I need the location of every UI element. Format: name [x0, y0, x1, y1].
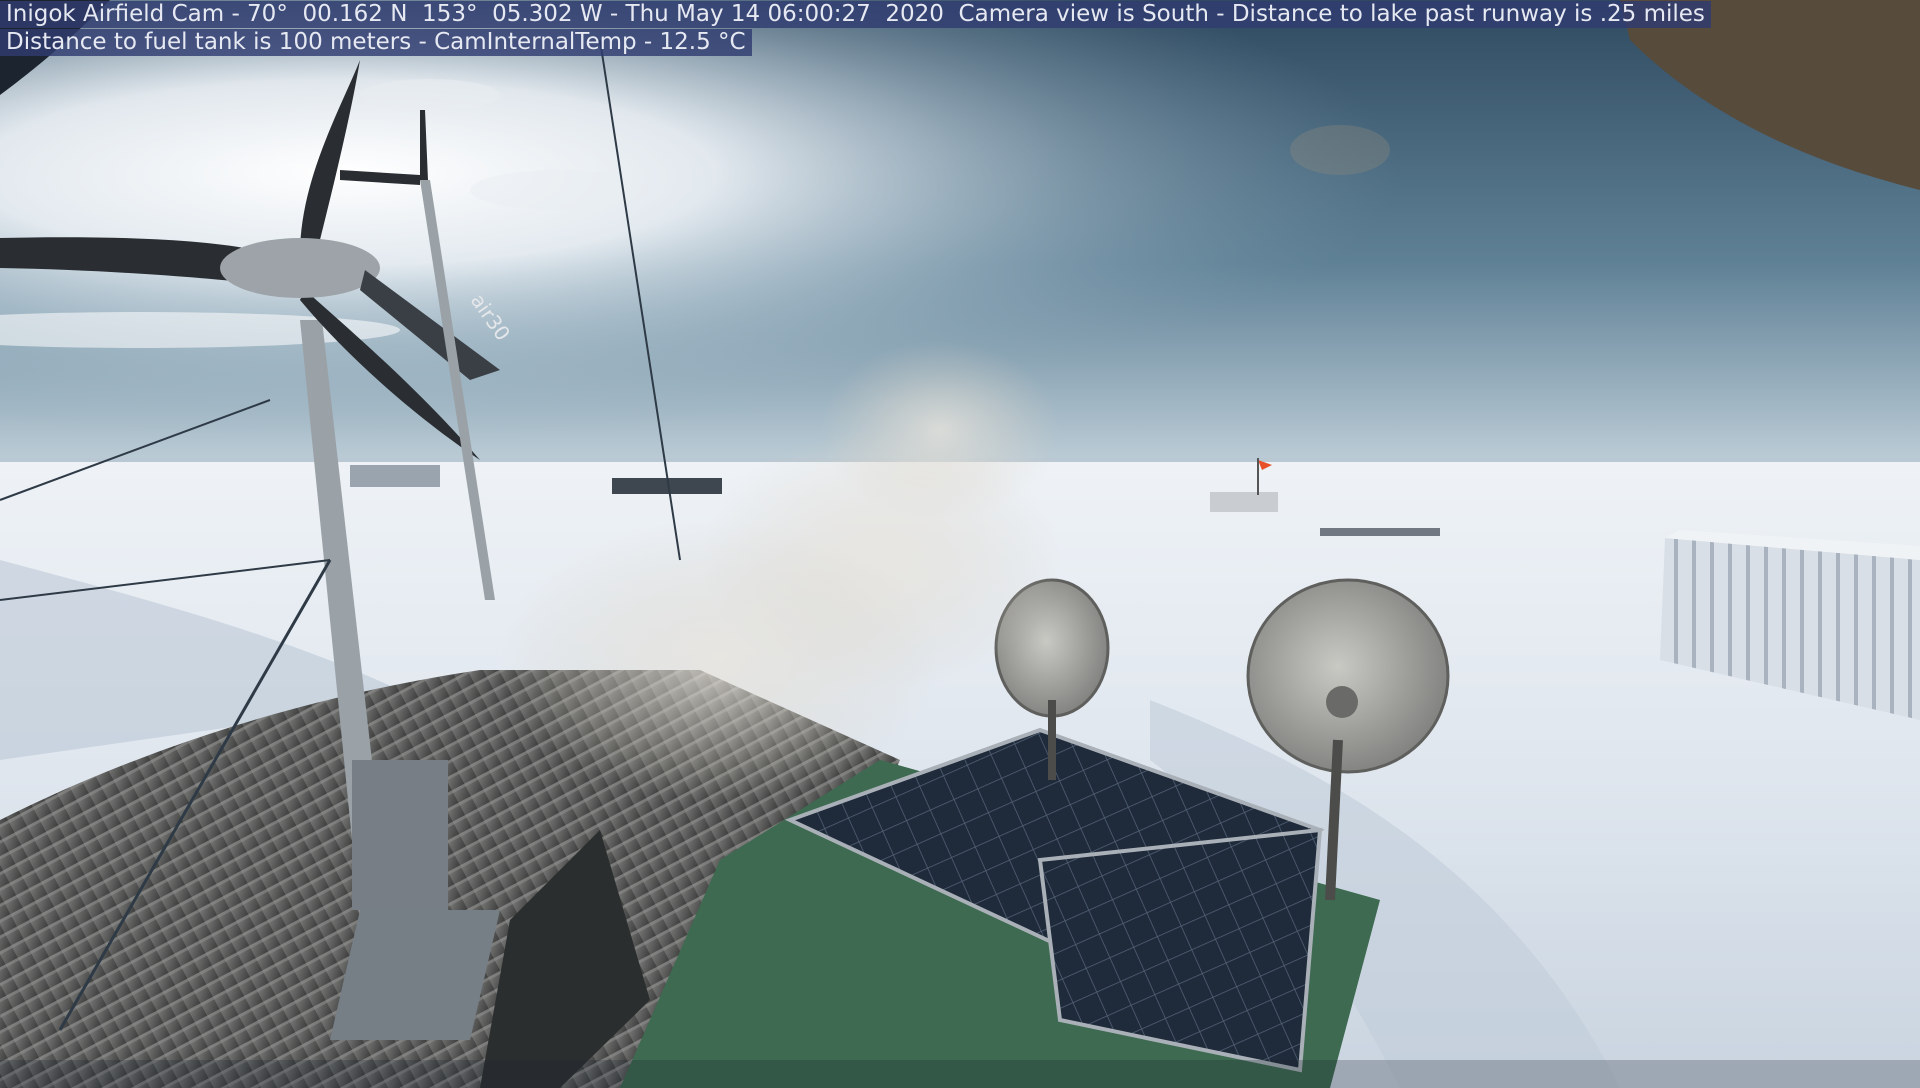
webcam-frame: air30 Inigok Airfield Cam - 70° 00.162 N… [0, 0, 1920, 1088]
webcam-caption-line-1: Inigok Airfield Cam - 70° 00.162 N 153° … [0, 1, 1711, 28]
webcam-caption-line-2: Distance to fuel tank is 100 meters - Ca… [0, 29, 752, 56]
webcam-image: air30 [0, 0, 1920, 1088]
